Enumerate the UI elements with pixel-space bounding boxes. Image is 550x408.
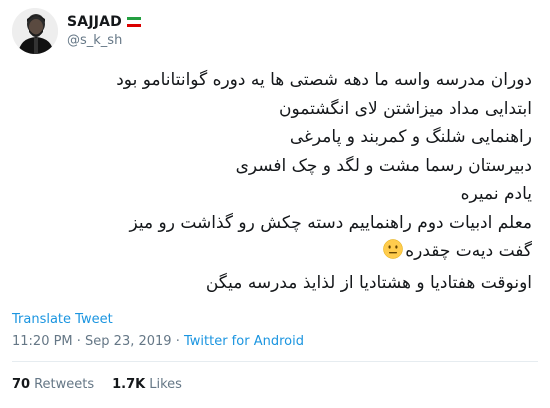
iran-flag-icon <box>127 17 141 27</box>
tweet-header: SAJJAD @s_k_sh <box>12 8 141 54</box>
tweet-stats: 70 Retweets 1.7K Likes <box>12 377 200 392</box>
tweet-meta: 11:20 PM · Sep 23, 2019 · Twitter for An… <box>12 334 304 349</box>
neutral-face-icon <box>383 239 403 269</box>
tweet-line: دوران مدرسه واسه ما دهه شصتی ها یه دوره … <box>116 70 532 90</box>
source-link[interactable]: Twitter for Android <box>184 334 304 349</box>
retweets-count: 70 <box>12 377 31 392</box>
username[interactable]: @s_k_sh <box>67 33 141 48</box>
author-names: SAJJAD @s_k_sh <box>67 12 141 48</box>
tweet-line: اونوقت هفتادیا و هشتادیا از لذایذ مدرسه … <box>205 272 532 293</box>
timestamp-link[interactable]: 11:20 PM · Sep 23, 2019 <box>12 334 172 349</box>
retweets-stat[interactable]: 70 Retweets <box>12 377 94 392</box>
tweet-line: دبیرستان رسما مشت و لگد و چک افسری <box>235 155 532 176</box>
tweet-line: گفت دیه‌ت چقدره <box>405 241 532 261</box>
translate-tweet-link[interactable]: Translate Tweet <box>12 312 113 327</box>
tweet-card: SAJJAD @s_k_sh دوران مدرسه واسه ما دهه ش… <box>0 0 550 408</box>
tweet-text: دوران مدرسه واسه ما دهه شصتی ها یه دوره … <box>32 66 532 297</box>
display-name-row: SAJJAD <box>67 12 141 32</box>
tweet-line: راهنمایی شلنگ و کمربند و پامرغی <box>289 127 532 147</box>
retweets-label: Retweets <box>34 377 95 392</box>
likes-label: Likes <box>149 377 182 392</box>
meta-separator: · <box>171 334 184 349</box>
display-name[interactable]: SAJJAD <box>67 14 122 30</box>
likes-stat[interactable]: 1.7K Likes <box>112 377 182 392</box>
tweet-line: یادم نمیره <box>460 184 532 204</box>
tweet-line: ابتدایی مداد میزاشتن لای انگشتمون <box>279 98 532 119</box>
tweet-line: معلم ادبیات دوم راهنماییم دسته چکش رو گذ… <box>129 212 533 233</box>
likes-count: 1.7K <box>112 377 146 392</box>
avatar[interactable] <box>12 8 58 54</box>
avatar-image <box>12 8 58 54</box>
tweet-line-with-emoji: گفت دیه‌ت چقدره <box>32 237 532 269</box>
divider <box>12 361 538 362</box>
